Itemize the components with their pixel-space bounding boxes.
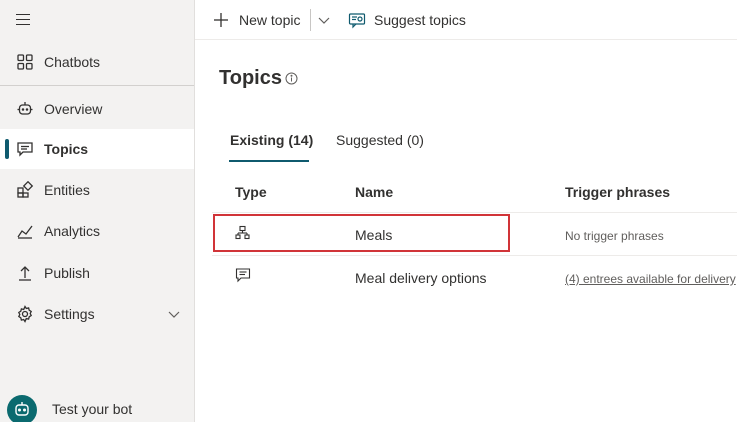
tab-suggested[interactable]: Suggested (0) xyxy=(336,132,424,148)
sidebar-item-overview[interactable]: Overview xyxy=(0,89,194,129)
plus-icon xyxy=(214,13,228,27)
chat-icon xyxy=(17,142,33,157)
suggest-topics-label: Suggest topics xyxy=(374,12,466,28)
publish-icon xyxy=(19,266,31,281)
sidebar-item-topics[interactable]: Topics xyxy=(0,129,194,169)
command-bar: New topic Suggest topics xyxy=(195,0,737,40)
trigger-phrases-value: No trigger phrases xyxy=(565,229,664,243)
suggest-icon xyxy=(348,13,366,29)
sidebar-item-label: Analytics xyxy=(44,223,101,239)
bot-avatar-icon xyxy=(7,395,37,422)
bot-icon xyxy=(17,102,33,115)
column-header-type[interactable]: Type xyxy=(235,184,267,200)
new-topic-button[interactable]: New topic xyxy=(213,0,300,40)
trigger-phrases-link[interactable]: (4) entrees available for delivery xyxy=(565,272,736,286)
toolbar-divider xyxy=(310,9,311,31)
main-content: New topic Suggest topics Topics Existing… xyxy=(195,0,737,422)
sidebar-item-publish[interactable]: Publish xyxy=(0,253,194,293)
sidebar-item-label: Topics xyxy=(44,141,89,157)
sidebar-item-label: Settings xyxy=(44,306,95,322)
sidebar-item-label: Overview xyxy=(44,101,103,117)
row-divider xyxy=(212,212,737,213)
suggest-topics-button[interactable]: Suggest topics xyxy=(348,0,466,40)
grid-icon xyxy=(17,54,33,70)
hamburger-menu-icon[interactable] xyxy=(16,14,30,26)
entities-icon xyxy=(17,181,34,198)
gear-icon xyxy=(17,305,33,323)
tab-existing[interactable]: Existing (14) xyxy=(230,132,313,148)
sidebar: Chatbots Overview Topics Entities Analyt… xyxy=(0,0,195,422)
sidebar-item-label: Entities xyxy=(44,182,90,198)
sidebar-item-label: Publish xyxy=(44,265,90,281)
chevron-down-icon[interactable] xyxy=(168,308,180,320)
column-header-trigger-phrases[interactable]: Trigger phrases xyxy=(565,184,670,200)
column-header-name[interactable]: Name xyxy=(355,184,393,200)
sidebar-item-chatbots[interactable]: Chatbots xyxy=(0,42,194,82)
page-title: Topics xyxy=(219,67,282,89)
test-your-bot-label: Test your bot xyxy=(52,401,133,417)
chevron-down-icon xyxy=(318,17,330,24)
sidebar-item-settings[interactable]: Settings xyxy=(0,294,194,334)
sidebar-item-entities[interactable]: Entities xyxy=(0,170,194,210)
active-indicator xyxy=(5,139,9,159)
analytics-icon xyxy=(17,225,33,239)
highlight-box xyxy=(213,214,510,252)
info-icon[interactable] xyxy=(285,72,298,85)
new-topic-label: New topic xyxy=(239,12,301,28)
new-topic-dropdown[interactable] xyxy=(317,0,331,40)
row-divider xyxy=(212,255,737,256)
sidebar-item-label: Chatbots xyxy=(44,54,101,70)
sidebar-divider xyxy=(0,85,194,86)
test-your-bot-button[interactable]: Test your bot xyxy=(0,392,194,422)
tab-selected-indicator xyxy=(229,160,309,162)
topic-name[interactable]: Meal delivery options xyxy=(355,270,487,286)
chat-icon xyxy=(235,268,251,283)
sidebar-item-analytics[interactable]: Analytics xyxy=(0,211,194,251)
